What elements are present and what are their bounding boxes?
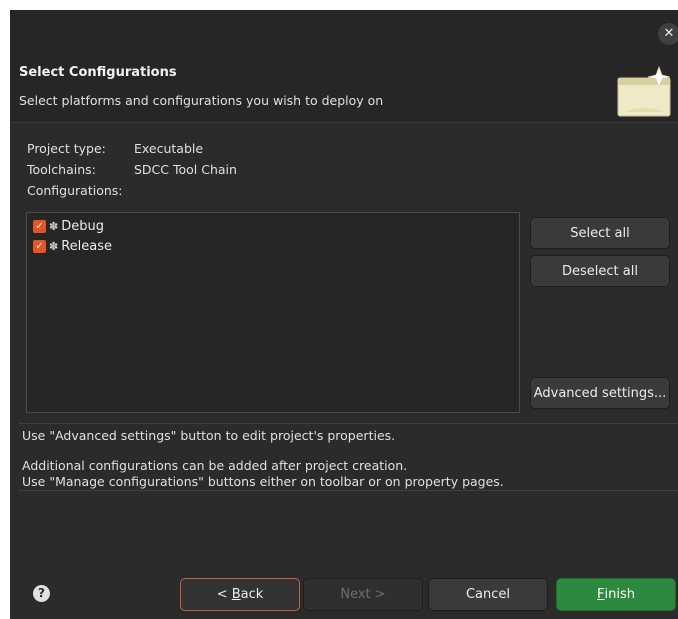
finish-button[interactable]: Finish [556,578,676,611]
project-type-row: Project type: Executable [27,141,203,156]
advanced-settings-button[interactable]: Advanced settings... [530,377,670,409]
config-item-release[interactable]: ✓ ✽ Release [33,237,112,255]
message-line-3: Use "Manage configurations" buttons eith… [22,474,504,489]
config-label: Debug [61,218,104,234]
help-icon[interactable]: ? [33,585,50,602]
page-title: Select Configurations [19,65,177,80]
page-subtitle: Select platforms and configurations you … [19,93,384,108]
deselect-all-button[interactable]: Deselect all [530,255,670,287]
message-line-2: Additional configurations can be added a… [22,458,408,473]
configurations-list[interactable]: ✓ ✽ Debug ✓ ✽ Release [26,212,520,413]
back-rest: ack [240,587,264,602]
release-checkbox[interactable]: ✓ [33,239,46,253]
finish-mnemonic: F [597,587,605,602]
project-type-label: Project type: [27,141,106,156]
toolchains-value: SDCC Tool Chain [134,162,237,177]
config-item-debug[interactable]: ✓ ✽ Debug [33,217,104,235]
message-line-1: Use "Advanced settings" button to edit p… [22,428,396,443]
close-icon: ✕ [663,26,675,41]
finish-rest: inish [604,587,635,602]
message-area: Use "Advanced settings" button to edit p… [18,423,678,491]
toolchains-row: Toolchains: SDCC Tool Chain [27,162,237,177]
configurations-label: Configurations: [27,183,123,198]
gear-icon: ✽ [49,219,59,233]
debug-checkbox[interactable]: ✓ [33,219,46,233]
wizard-banner-icon [617,65,671,117]
select-all-button[interactable]: Select all [530,217,670,249]
project-type-value: Executable [134,141,204,156]
back-prefix: < [216,587,232,602]
cancel-button[interactable]: Cancel [428,578,548,611]
gear-icon: ✽ [49,239,59,253]
title-bar: ✕ [10,10,678,57]
toolchains-label: Toolchains: [27,162,96,177]
select-configurations-dialog: ✕ Select Configurations Select platforms… [10,10,678,619]
wizard-header: Select Configurations Select platforms a… [10,56,678,123]
close-button[interactable]: ✕ [658,23,678,45]
config-label: Release [61,238,113,254]
next-button[interactable]: Next > [303,578,423,611]
back-mnemonic: B [231,587,241,602]
back-button[interactable]: < Back [180,578,300,611]
